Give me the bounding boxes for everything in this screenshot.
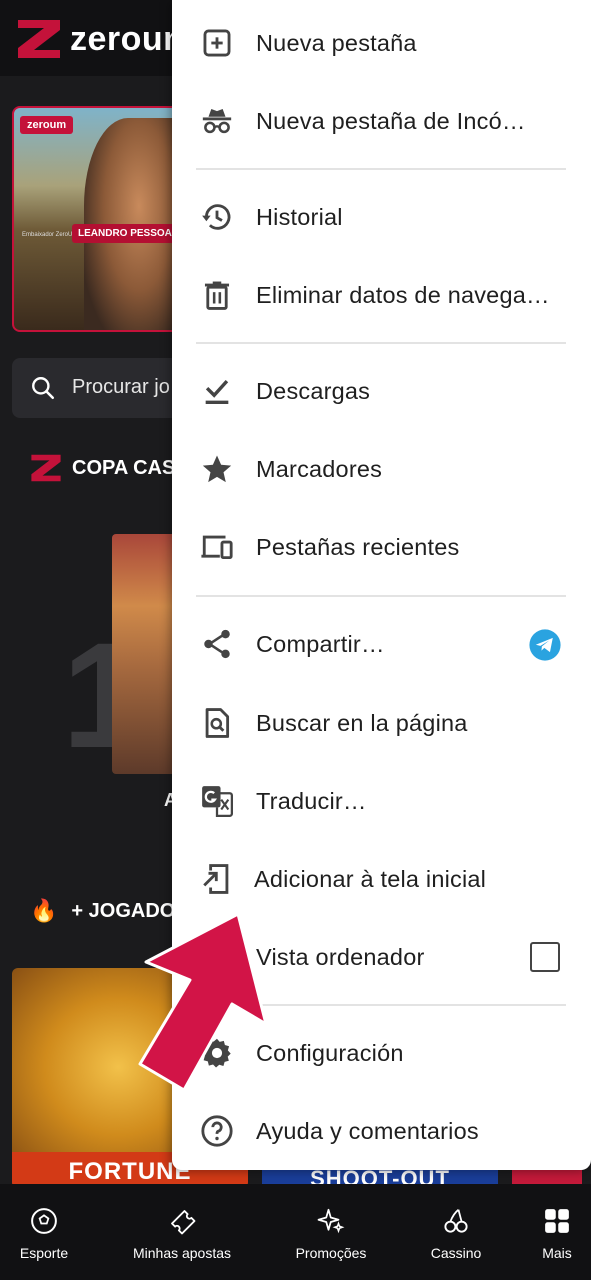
menu-item-label: Historial bbox=[256, 204, 343, 230]
search-placeholder: Procurar jo bbox=[72, 376, 170, 398]
menu-divider bbox=[196, 342, 566, 344]
history-icon bbox=[202, 204, 231, 230]
banner-name: LEANDRO PESSOA bbox=[72, 224, 178, 243]
pointer-arrow-icon bbox=[138, 912, 268, 1092]
menu-item-clear-data[interactable]: Eliminar datos de navega… bbox=[172, 256, 591, 334]
menu-divider bbox=[196, 595, 566, 597]
menu-divider bbox=[196, 168, 566, 170]
zeroum-logo-icon[interactable] bbox=[16, 18, 62, 60]
banner-ambassador-text: Embaixador ZeroUm bbox=[22, 232, 78, 238]
nav-mais[interactable]: Mais bbox=[528, 1184, 586, 1280]
nav-label: Promoções bbox=[295, 1245, 367, 1261]
zeroum-z-icon bbox=[31, 454, 61, 482]
desktop-view-checkbox[interactable] bbox=[530, 942, 560, 972]
menu-item-share[interactable]: Compartir… bbox=[172, 605, 591, 683]
menu-item-find-in-page[interactable]: Buscar en la página bbox=[172, 684, 591, 762]
star-icon bbox=[202, 455, 232, 483]
menu-item-history[interactable]: Historial bbox=[172, 178, 591, 256]
menu-item-label: Eliminar datos de navega… bbox=[256, 282, 550, 308]
new-tab-icon bbox=[203, 29, 231, 57]
nav-label: Mais bbox=[542, 1245, 572, 1261]
menu-item-label: Nueva pestaña de Incó… bbox=[256, 108, 526, 134]
menu-item-label: Buscar en la página bbox=[256, 710, 468, 736]
menu-item-label: Traducir… bbox=[256, 788, 367, 814]
search-icon bbox=[32, 377, 55, 400]
bottom-nav: Esporte Minhas apostas Promoções Cassino… bbox=[0, 1184, 591, 1280]
find-in-page-icon bbox=[205, 708, 230, 738]
sparkles-icon bbox=[317, 1208, 345, 1234]
nav-promocoes[interactable]: Promoções bbox=[286, 1184, 376, 1280]
trash-icon bbox=[204, 281, 230, 310]
translate-icon bbox=[202, 786, 234, 818]
menu-item-new-tab[interactable]: Nueva pestaña bbox=[172, 4, 591, 82]
share-icon bbox=[204, 629, 230, 659]
nav-cassino[interactable]: Cassino bbox=[418, 1184, 494, 1280]
soccer-ball-icon bbox=[31, 1208, 57, 1234]
download-icon bbox=[205, 379, 229, 405]
nav-label: Esporte bbox=[19, 1245, 69, 1261]
help-icon bbox=[201, 1115, 233, 1147]
add-to-home-icon bbox=[203, 864, 229, 894]
banner-brand: zeroum bbox=[20, 116, 74, 134]
menu-item-label: Nueva pestaña bbox=[256, 30, 417, 56]
grid-icon bbox=[545, 1209, 569, 1233]
menu-item-label: Ayuda y comentarios bbox=[256, 1118, 479, 1144]
menu-item-bookmarks[interactable]: Marcadores bbox=[172, 430, 591, 508]
cherries-icon bbox=[444, 1209, 468, 1233]
incognito-icon bbox=[202, 108, 232, 134]
nav-esporte[interactable]: Esporte bbox=[4, 1184, 84, 1280]
nav-label: Cassino bbox=[430, 1245, 482, 1261]
menu-item-recent-tabs[interactable]: Pestañas recientes bbox=[172, 508, 591, 586]
menu-item-label: Adicionar à tela inicial bbox=[254, 866, 487, 892]
menu-item-label: Compartir… bbox=[256, 631, 385, 657]
fire-icon: 🔥 bbox=[30, 898, 58, 923]
section-copa-header: COPA CAS bbox=[30, 452, 175, 484]
menu-item-incognito-tab[interactable]: Nueva pestaña de Incó… bbox=[172, 82, 591, 160]
nav-label: Minhas apostas bbox=[132, 1245, 232, 1261]
nav-minhas-apostas[interactable]: Minhas apostas bbox=[122, 1184, 242, 1280]
promo-banner[interactable]: zeroum Embaixador ZeroUm LEANDRO PESSOA bbox=[12, 106, 182, 332]
devices-icon bbox=[201, 535, 233, 560]
menu-item-label: Pestañas recientes bbox=[256, 534, 460, 560]
menu-item-label: Marcadores bbox=[256, 456, 383, 482]
menu-item-translate[interactable]: Traducir… bbox=[172, 762, 591, 840]
menu-item-downloads[interactable]: Descargas bbox=[172, 352, 591, 430]
section-title-copa: COPA CAS bbox=[72, 456, 176, 479]
ticket-icon bbox=[171, 1210, 196, 1235]
telegram-icon[interactable] bbox=[528, 628, 562, 662]
menu-item-label: Vista ordenador bbox=[256, 944, 425, 970]
menu-item-label: Descargas bbox=[256, 378, 371, 404]
